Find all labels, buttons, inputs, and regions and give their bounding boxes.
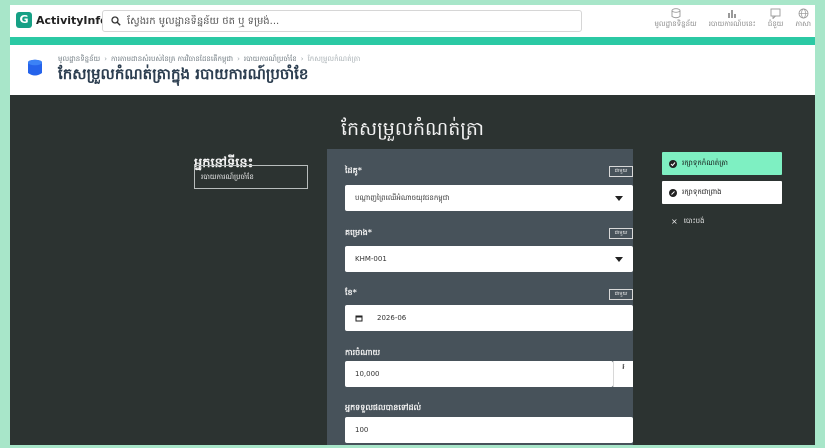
month-value: 2026-06 (377, 314, 407, 322)
app-name: ActivityInfo (36, 13, 108, 27)
main-content: កែសម្រួលកំណត់ត្រា អ្នកនៅទីនេះ របាយការណ៍ប… (10, 95, 815, 445)
form-panel: ដៃគូ* ជាមួយ បណ្តាញព្រៃឈើអំណាចយុវជនកម្ពុជ… (327, 149, 633, 445)
project-label: គម្រោង* (345, 228, 372, 237)
page-header: មូលដ្ឋានទិន្នន័យ › ការតាមដានសំរបស់នៃគ្រ កា… (10, 45, 815, 96)
nav-language[interactable]: ភាសា (795, 8, 811, 30)
partner-value: បណ្តាញព្រៃឈើអំណាចយុវជនកម្ពុជា (355, 194, 450, 202)
app-logo[interactable]: G ActivityInfo (16, 12, 108, 28)
nav-label: មូលដ្ឋានទិន្នន័យ (654, 20, 697, 28)
nav-label: របាយការណ៍បនេះ (708, 20, 756, 28)
save-draft-button[interactable]: រក្សាទុកជាព្រាង (662, 181, 782, 204)
beneficiaries-input[interactable]: 100 (345, 417, 633, 443)
project-with-button[interactable]: ជាមួយ (609, 228, 633, 239)
globe-icon (798, 8, 809, 19)
breadcrumb: មូលដ្ឋានទិន្នន័យ › ការតាមដានសំរបស់នៃគ្រ កា… (58, 55, 360, 65)
save-record-label: រក្សាទុកកំណត់ត្រា (682, 158, 728, 167)
nav-label: ជំនួយ (767, 20, 784, 28)
chat-icon (770, 8, 781, 19)
month-label: ខែ* (345, 288, 357, 297)
beneficiaries-label: អ្នកទទួលផលបានទៅដល់ (345, 403, 422, 412)
accent-bar (10, 37, 815, 45)
partner-label: ដៃគូ* (345, 166, 362, 175)
nav-reports[interactable]: របាយការណ៍បនេះ (709, 8, 756, 30)
breadcrumb-separator: › (300, 55, 304, 63)
form-actions: រក្សាទុកកំណត់ត្រា រក្សាទុកជាព្រាង × បោះប… (662, 152, 782, 239)
breadcrumb-separator: › (237, 55, 240, 63)
breadcrumb-databases[interactable]: មូលដ្ឋានទិន្នន័យ (58, 55, 100, 63)
calendar-icon (355, 315, 363, 322)
page-title: កែសម្រួលកំណត់ត្រាក្នុង របាយការណ៍ប្រចាំខែ (58, 65, 309, 83)
month-input[interactable]: 2026-06 (345, 305, 633, 331)
database-icon (671, 8, 681, 19)
search-input[interactable] (125, 14, 569, 28)
top-nav: មូលដ្ឋានទិន្នន័យ របាយការណ៍បនេះ ជំនួយ ភាស… (642, 8, 811, 30)
chart-icon (728, 10, 737, 18)
top-bar: G ActivityInfo មូលដ្ឋានទិន្នន័យ (10, 5, 815, 37)
draft-icon (669, 188, 677, 197)
project-value: KHM-001 (355, 255, 387, 263)
month-with-button[interactable]: ជាមួយ (609, 289, 633, 300)
location-form-link[interactable]: របាយការណ៍ប្រចាំខែ (194, 165, 308, 189)
cost-label: ការចំណាយ (345, 348, 381, 357)
database-icon (28, 59, 42, 76)
cancel-label: បោះបង់ (683, 216, 705, 225)
chevron-down-icon (615, 196, 623, 201)
check-circle-icon (669, 159, 677, 168)
nav-help[interactable]: ជំនួយ (767, 8, 784, 30)
save-draft-label: រក្សាទុកជាព្រាង (682, 187, 722, 196)
breadcrumb-current: កែសម្រួលកំណត់ត្រា (307, 55, 361, 63)
chevron-down-icon (615, 257, 623, 262)
cancel-button[interactable]: × បោះបង់ (662, 210, 782, 233)
close-icon: × (671, 217, 678, 226)
partner-select[interactable]: បណ្តាញព្រៃឈើអំណាចយុវជនកម្ពុជា (345, 185, 633, 211)
currency-addon: ៛ (613, 361, 633, 387)
breadcrumb-form[interactable]: របាយការណ៍ប្រចាំខែ (244, 55, 297, 63)
form-title: កែសម្រួលកំណត់ត្រា (340, 118, 485, 140)
app-window: G ActivityInfo មូលដ្ឋានទិន្នន័យ (10, 5, 815, 445)
breadcrumb-separator: › (104, 55, 108, 63)
partner-with-button[interactable]: ជាមួយ (609, 166, 633, 177)
logo-icon: G (16, 12, 32, 28)
nav-databases[interactable]: មូលដ្ឋានទិន្នន័យ (654, 8, 697, 30)
cost-input[interactable]: 10,000 (345, 361, 613, 387)
search-box[interactable] (102, 10, 582, 32)
search-icon (111, 16, 121, 26)
breadcrumb-folder[interactable]: ការតាមដានសំរបស់នៃគ្រ ការវិធានដែនគើកម្ពុជ… (111, 55, 233, 63)
project-select[interactable]: KHM-001 (345, 246, 633, 272)
save-record-button[interactable]: រក្សាទុកកំណត់ត្រា (662, 152, 782, 175)
nav-label: ភាសា (795, 20, 811, 28)
